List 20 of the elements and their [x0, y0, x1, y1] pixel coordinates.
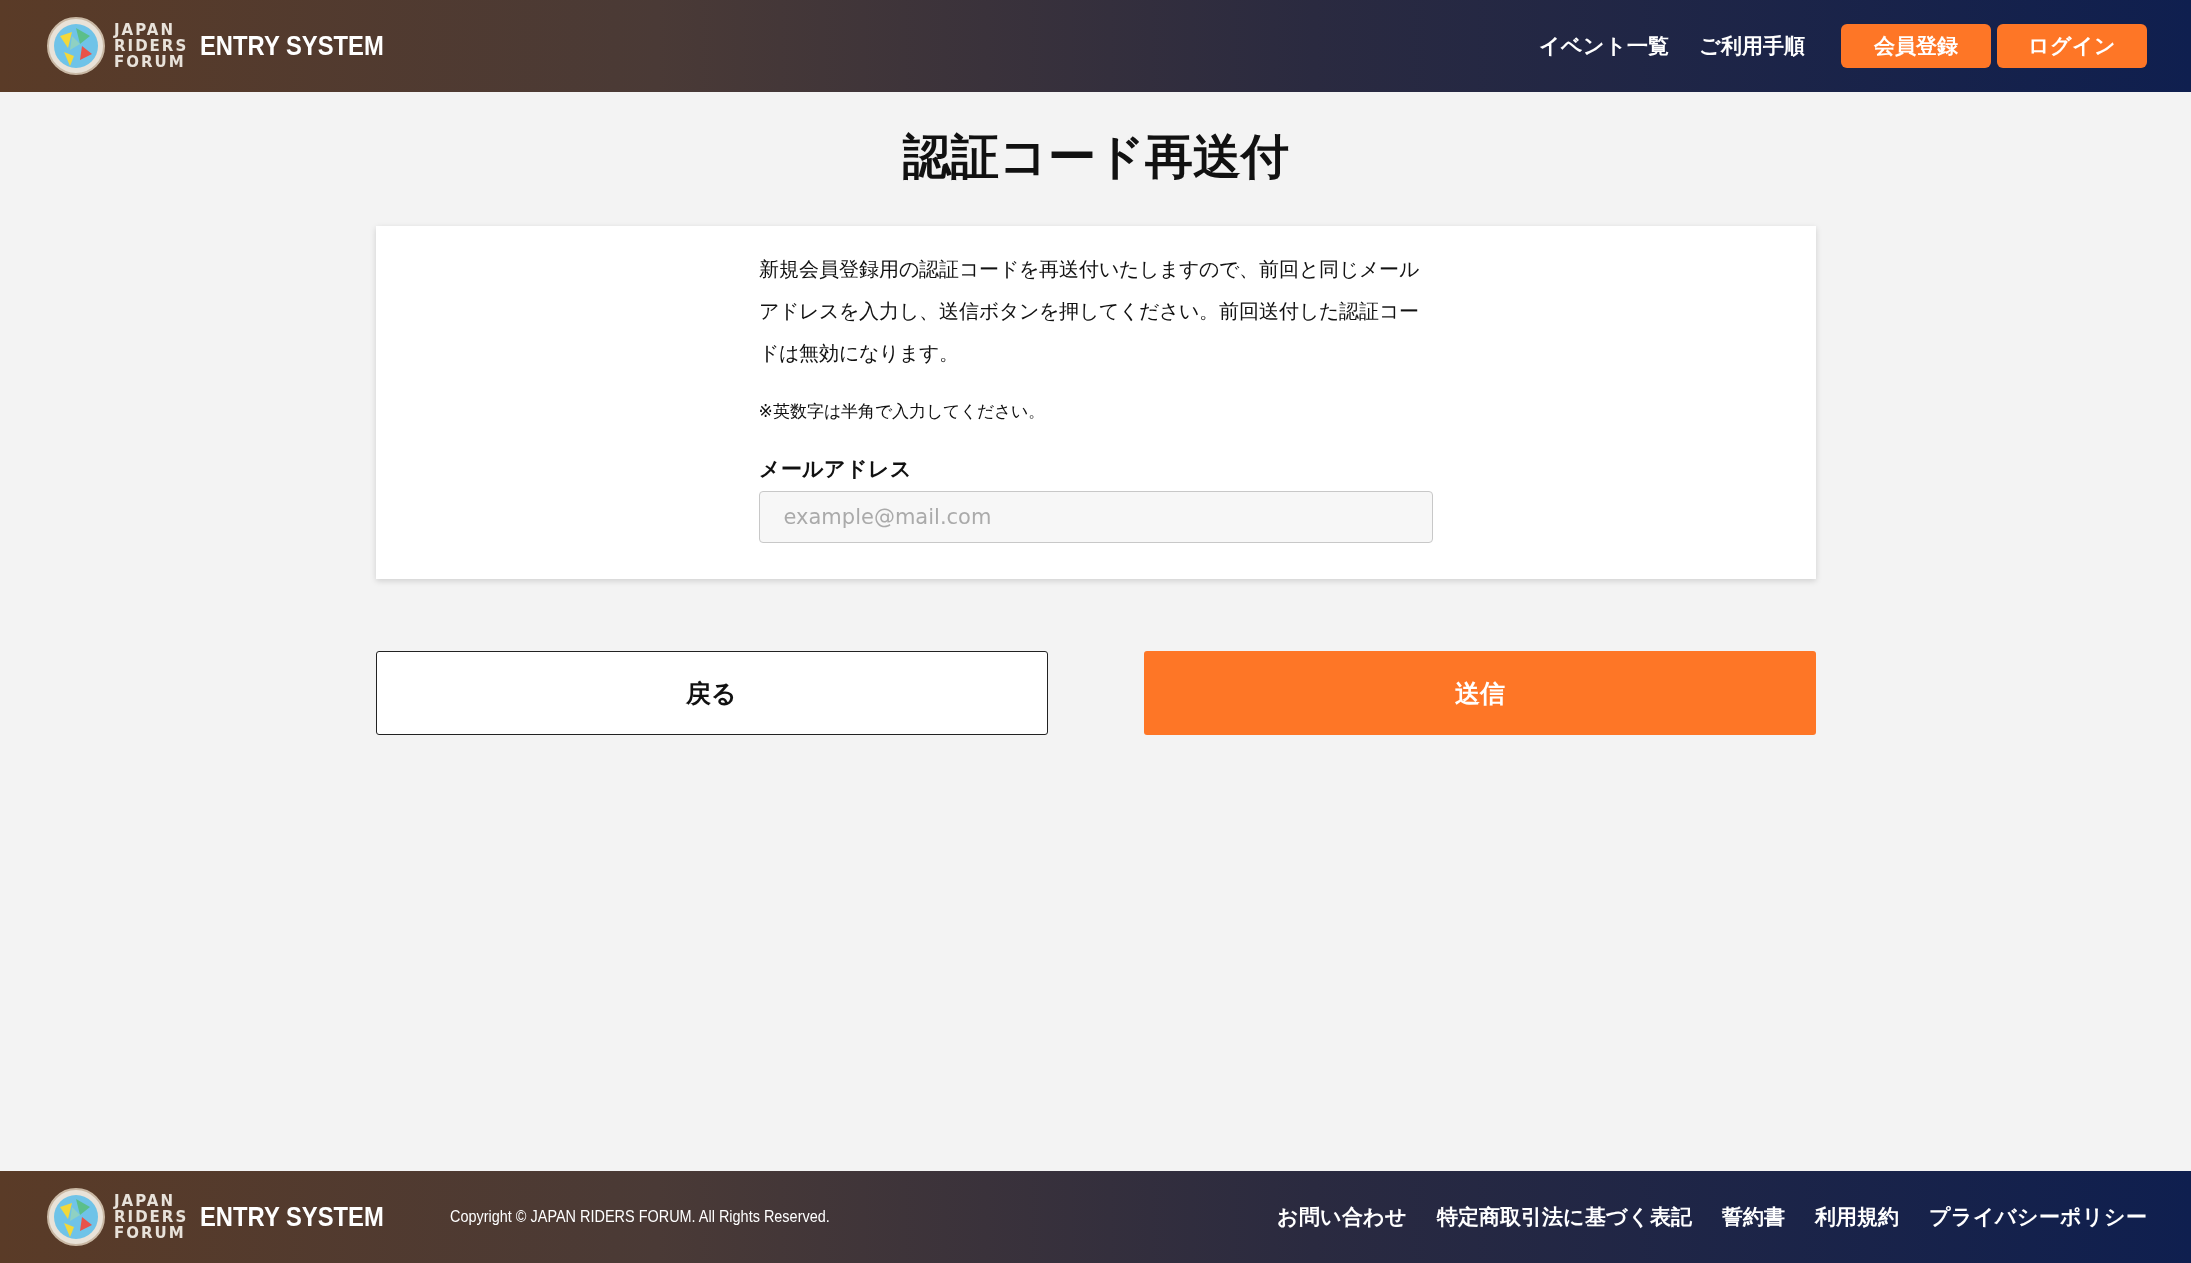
nav-link[interactable]: イベント一覧 — [1539, 32, 1669, 60]
globe-emblem-icon — [46, 16, 106, 76]
footer-link[interactable]: 特定商取引法に基づく表記 — [1437, 1203, 1692, 1231]
note-text: ※英数字は半角で入力してください。 — [758, 400, 1046, 423]
email-input-field[interactable]: example@mail.com — [758, 491, 1433, 543]
copyright-text: Copyright © JAPAN RIDERS FORUM. All Rights Reserved. — [450, 1207, 831, 1227]
field-label: メールアドレス — [758, 456, 913, 483]
nav-link[interactable]: ご利用手順 — [1699, 32, 1805, 60]
footer-link[interactable]: 誓約書 — [1722, 1203, 1785, 1231]
logo-wordmark: JAPAN RIDERS FORUM — [114, 22, 189, 70]
logo-wordmark: JAPAN RIDERS FORUM — [114, 1193, 189, 1241]
footer-link[interactable]: 利用規約 — [1815, 1203, 1899, 1231]
logo-title: ENTRY SYSTEM — [200, 30, 384, 62]
footer-link[interactable]: お問い合わせ — [1277, 1203, 1407, 1231]
globe-emblem-icon — [46, 1187, 106, 1247]
description-text: 新規会員登録用の認証コードを再送付いたしますので、前回と同じメールアドレスを入力し、送信ボタンを押してください。前回送付した認証コードは無効になります。 — [758, 256, 1420, 367]
page-title: 認証コード再送付 — [902, 127, 1289, 186]
footer-link[interactable]: プライバシーポリシー — [1929, 1203, 2147, 1231]
logo-title: ENTRY SYSTEM — [200, 1201, 384, 1233]
back-button[interactable]: 戻る — [375, 651, 1048, 735]
